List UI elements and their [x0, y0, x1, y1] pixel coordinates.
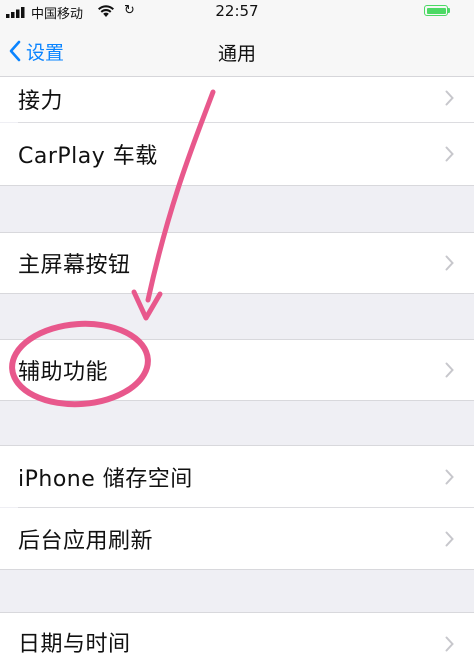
annotation-arrow-head	[131, 289, 163, 321]
list-item-label: 主屏幕按钮	[18, 253, 131, 278]
group-divider	[0, 293, 474, 294]
chevron-right-icon	[445, 255, 454, 271]
chevron-right-icon	[445, 531, 454, 546]
list-item-label: 接力	[18, 89, 64, 114]
page-title: 通用	[217, 43, 256, 65]
list-item-label: 后台应用刷新	[18, 528, 154, 554]
chevron-right-icon	[445, 146, 454, 162]
group-divider	[0, 400, 474, 401]
chevron-right-icon	[445, 469, 454, 484]
list-item-home-button[interactable]: 主屏幕按钮	[0, 233, 474, 293]
group-divider	[0, 569, 474, 570]
list-item-label: iPhone 储存空间	[18, 466, 193, 492]
chevron-right-icon	[445, 362, 454, 378]
list-item-label: 辅助功能	[18, 360, 109, 385]
battery-icon	[424, 5, 448, 16]
list-item-handoff[interactable]: 接力	[0, 77, 474, 122]
navigation-bar: 设置 通用	[0, 26, 474, 77]
status-time: 22:57	[215, 2, 259, 20]
list-item-background-app-refresh[interactable]: 后台应用刷新	[0, 508, 474, 569]
battery-cap	[448, 8, 450, 13]
list-item-label: CarPlay 车载	[18, 144, 158, 169]
chevron-right-icon	[445, 636, 454, 652]
list-item-carplay[interactable]: CarPlay 车载	[0, 123, 474, 185]
list-item-accessibility[interactable]: 辅助功能	[0, 340, 474, 400]
list-item-label: 日期与时间	[18, 632, 131, 657]
chevron-right-icon	[445, 90, 454, 105]
status-bar: 中国移动 ↻ 22:57	[0, 0, 474, 26]
list-item-date-time[interactable]: 日期与时间	[0, 613, 474, 671]
list-item-iphone-storage[interactable]: iPhone 储存空间	[0, 446, 474, 507]
group-divider	[0, 185, 474, 186]
